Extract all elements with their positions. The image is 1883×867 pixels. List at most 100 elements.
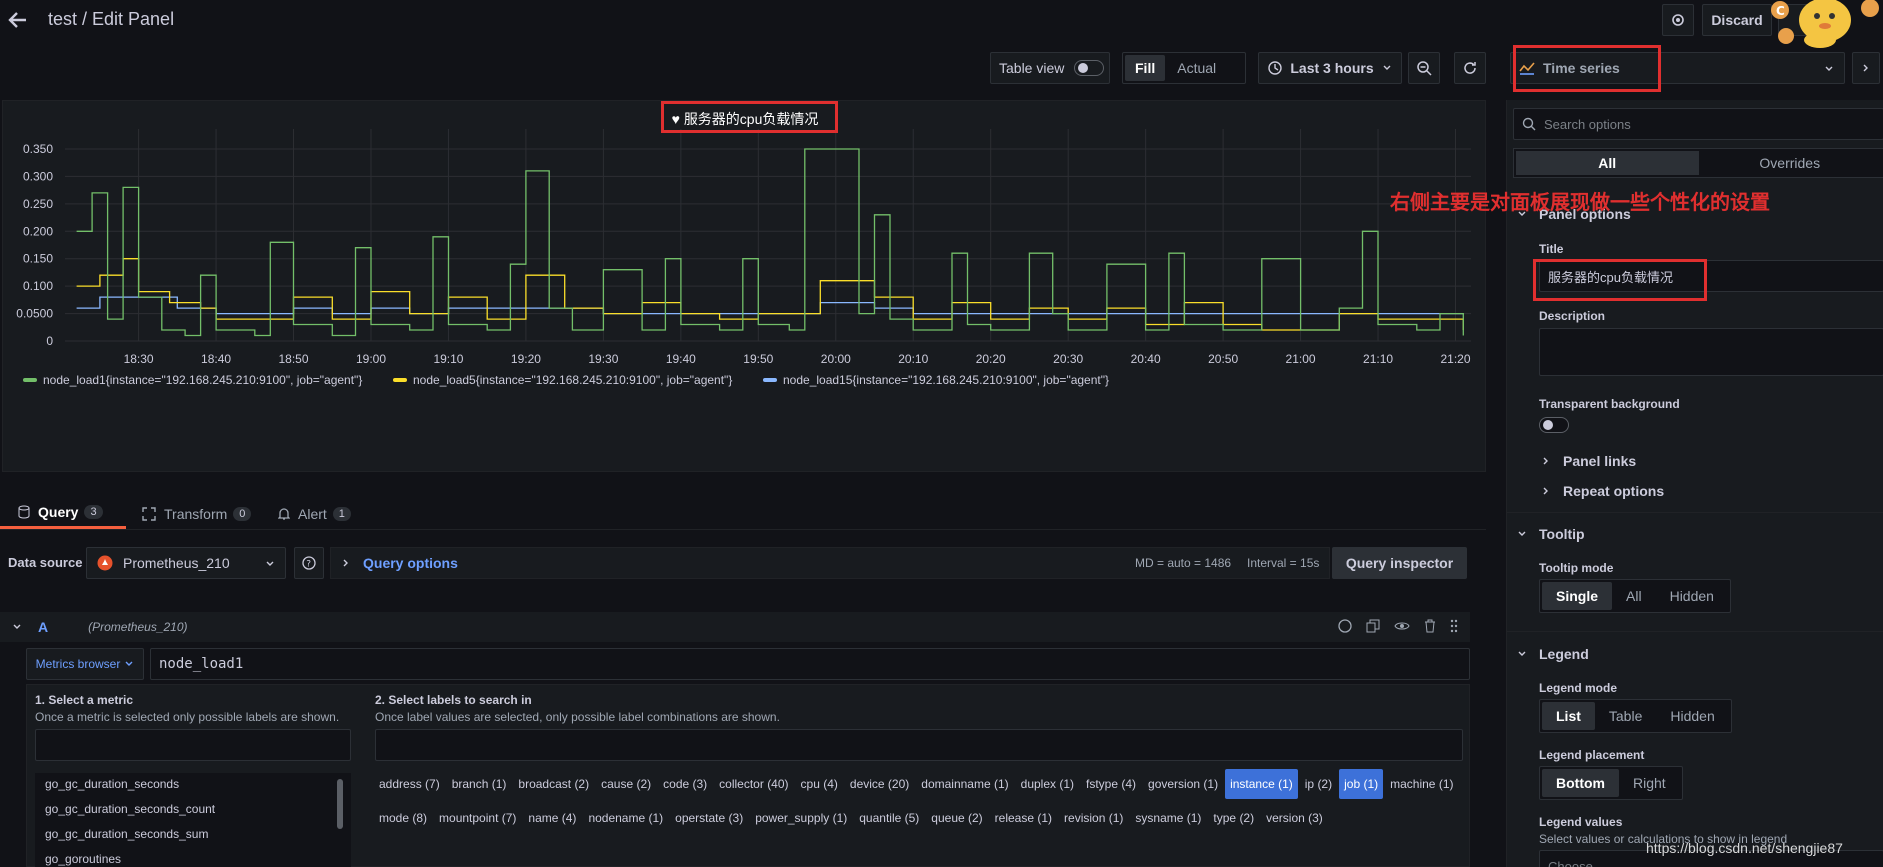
legend-label: node_load15{instance="192.168.245.210:91… [783, 373, 1109, 387]
label-chip[interactable]: cause (2) [596, 769, 656, 799]
table-view-toggle[interactable]: Table view [990, 52, 1110, 84]
legend-mode-hidden[interactable]: Hidden [1656, 702, 1728, 730]
data-source-help-button[interactable]: ? [294, 547, 324, 579]
tooltip-mode-all[interactable]: All [1612, 582, 1656, 610]
zoom-out-icon [1417, 61, 1432, 76]
label-chip[interactable]: code (3) [658, 769, 712, 799]
tooltip-mode-group: Single All Hidden [1539, 579, 1731, 613]
legend-placement-right[interactable]: Right [1619, 769, 1680, 797]
zoom-out-button[interactable] [1408, 52, 1440, 84]
label-chip[interactable]: goversion (1) [1143, 769, 1223, 799]
query-inspector-button[interactable]: Query inspector [1332, 547, 1467, 579]
query-letter[interactable]: A [38, 619, 48, 635]
interval-text: Interval = 15s [1247, 556, 1320, 570]
label-chip[interactable]: job (1) [1339, 769, 1384, 799]
query-row-header: A (Prometheus_210) [0, 612, 1470, 642]
collapse-options-button[interactable] [1852, 52, 1880, 84]
metric-search-input[interactable] [35, 729, 351, 761]
tab-transform[interactable]: Transform 0 [126, 498, 262, 529]
metric-list-scrollbar[interactable] [337, 779, 343, 829]
tab-overrides[interactable]: Overrides [1699, 151, 1882, 175]
panel-preview: ♥ 服务器的cpu负载情况 0.350 0.300 0.250 0.200 0.150 0… [2, 100, 1486, 472]
time-range-picker[interactable]: Last 3 hours [1258, 52, 1402, 84]
question-circle-icon[interactable] [1338, 619, 1352, 633]
chevron-down-icon[interactable] [12, 622, 22, 632]
label-chip[interactable]: revision (1) [1059, 803, 1128, 833]
time-series-chart[interactable]: 0.350 0.300 0.250 0.200 0.150 0.100 0.0500 0 18:… [3, 101, 1487, 473]
query-options-bar[interactable]: Query options MD = auto = 1486 Interval … [330, 547, 1330, 579]
refresh-button[interactable] [1454, 52, 1486, 84]
label-chip[interactable]: address (7) [374, 769, 445, 799]
x-tick-label: 20:50 [1208, 352, 1238, 366]
metrics-browser-button[interactable]: Metrics browser [26, 648, 144, 680]
list-item[interactable]: go_gc_duration_seconds [35, 773, 351, 798]
transparent-background-label: Transparent background [1539, 397, 1680, 411]
label-chip[interactable]: version (3) [1261, 803, 1328, 833]
label-chip[interactable]: sysname (1) [1130, 803, 1206, 833]
description-textarea[interactable] [1539, 328, 1883, 376]
label-chip[interactable]: quantile (5) [854, 803, 924, 833]
discard-button[interactable]: Discard [1702, 4, 1772, 36]
label-chip[interactable]: machine (1) [1385, 769, 1458, 799]
fill-option[interactable]: Fill [1125, 55, 1166, 81]
tab-all[interactable]: All [1516, 151, 1699, 175]
y-tick-label: 0.250 [23, 197, 53, 211]
list-item[interactable]: go_gc_duration_seconds_count [35, 798, 351, 823]
settings-button[interactable] [1662, 4, 1694, 36]
copy-icon[interactable] [1366, 619, 1380, 633]
label-chip[interactable]: ip (2) [1300, 769, 1337, 799]
label-search-input[interactable] [375, 729, 1463, 761]
drag-handle-icon[interactable] [1450, 619, 1458, 633]
x-tick-label: 19:20 [511, 352, 541, 366]
label-chip[interactable]: power_supply (1) [750, 803, 852, 833]
label-chip[interactable]: device (20) [845, 769, 914, 799]
tab-alert[interactable]: Alert 1 [262, 498, 351, 529]
back-arrow-icon[interactable] [6, 8, 30, 32]
bell-icon [278, 507, 290, 520]
label-chip[interactable]: release (1) [990, 803, 1057, 833]
label-chip[interactable]: domainname (1) [916, 769, 1013, 799]
label-chips: address (7) branch (1) broadcast (2) cause … [373, 767, 1463, 835]
panel-links-section[interactable]: Panel links [1541, 453, 1636, 469]
list-item[interactable]: go_goroutines [35, 848, 351, 867]
label-chip[interactable]: cpu (4) [796, 769, 843, 799]
query-expression-input[interactable]: node_load1 [150, 648, 1470, 680]
eye-icon[interactable] [1394, 619, 1410, 633]
label-chip[interactable]: collector (40) [714, 769, 793, 799]
label-chip[interactable]: fstype (4) [1081, 769, 1141, 799]
legend-section[interactable]: Legend [1517, 646, 1589, 662]
data-source-picker[interactable]: Prometheus_210 [86, 547, 286, 579]
transparent-background-switch[interactable] [1539, 417, 1569, 433]
y-tick-label: 0.350 [23, 142, 53, 156]
chevron-down-icon [1383, 65, 1391, 70]
label-chip[interactable]: broadcast (2) [513, 769, 594, 799]
svg-text:?: ? [306, 560, 311, 570]
label-chip[interactable]: mode (8) [374, 803, 432, 833]
label-chip[interactable]: queue (2) [926, 803, 987, 833]
options-search-placeholder: Search options [1544, 116, 1631, 132]
tooltip-mode-single[interactable]: Single [1542, 582, 1613, 610]
label-chip[interactable]: nodename (1) [583, 803, 668, 833]
actual-option[interactable]: Actual [1165, 55, 1228, 81]
legend-mode-table[interactable]: Table [1595, 702, 1656, 730]
label-chip[interactable]: branch (1) [447, 769, 512, 799]
label-chip[interactable]: mountpoint (7) [434, 803, 521, 833]
chevron-down-icon [266, 561, 274, 566]
label-chip[interactable]: duplex (1) [1016, 769, 1079, 799]
label-chip[interactable]: name (4) [523, 803, 581, 833]
legend-mode-list[interactable]: List [1542, 702, 1595, 730]
list-item[interactable]: go_gc_duration_seconds_sum [35, 823, 351, 848]
repeat-options-section[interactable]: Repeat options [1541, 483, 1664, 499]
legend-placement-bottom[interactable]: Bottom [1542, 769, 1619, 797]
chevron-down-icon [1518, 651, 1526, 656]
label-chip[interactable]: instance (1) [1225, 769, 1298, 799]
options-search-input[interactable]: Search options [1513, 108, 1883, 140]
trash-icon[interactable] [1424, 619, 1436, 633]
label-chip[interactable]: operstate (3) [670, 803, 748, 833]
tooltip-section[interactable]: Tooltip [1517, 526, 1585, 542]
prometheus-icon [97, 555, 113, 571]
label-chip[interactable]: type (2) [1208, 803, 1259, 833]
tab-alert-label: Alert [298, 505, 327, 522]
tooltip-mode-hidden[interactable]: Hidden [1656, 582, 1728, 610]
tab-query[interactable]: Query 3 [0, 498, 126, 529]
